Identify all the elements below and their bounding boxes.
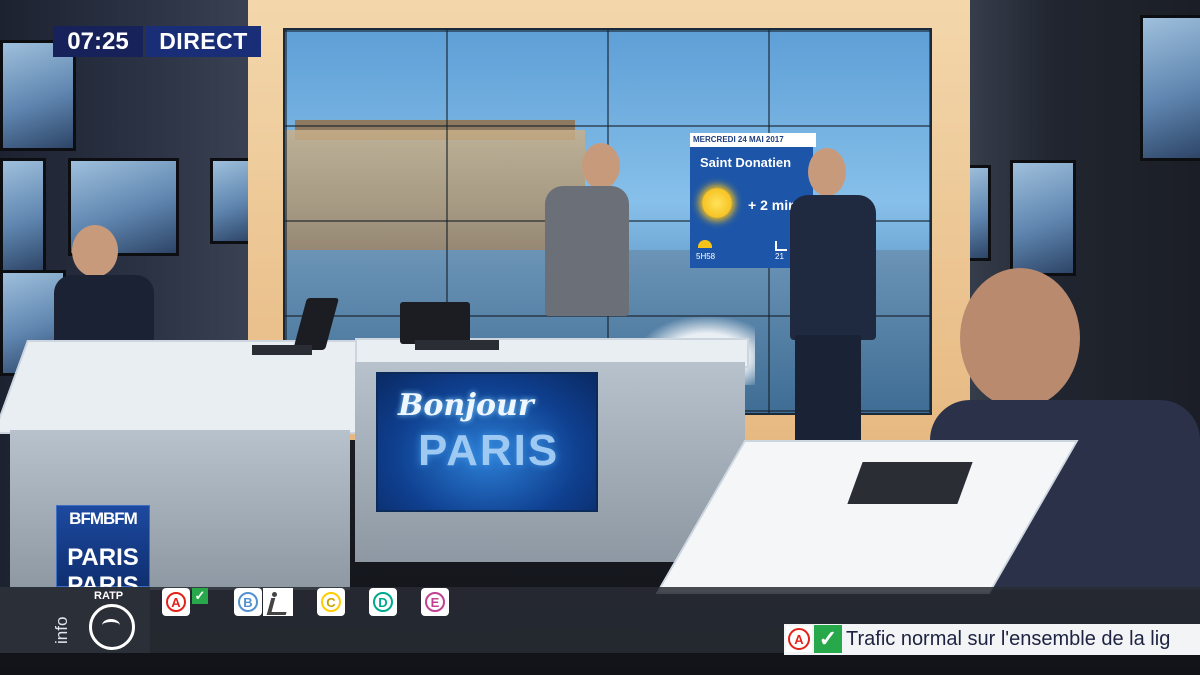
channel-logo: BFMBFM PARIS PARIS <box>56 505 150 599</box>
torso <box>545 186 629 316</box>
studio-scene: MERCREDI 24 MAI 2017 Saint Donatien + 2 … <box>0 0 1200 675</box>
sunset-time: 21 <box>775 252 784 261</box>
check-icon: ✓ <box>192 588 208 604</box>
line-e-icon: E <box>425 592 445 612</box>
line-b-icon: B <box>238 592 258 612</box>
ratp-logo-icon <box>89 604 135 650</box>
line-badge-d: D <box>369 588 397 616</box>
check-icon: ✓ <box>814 625 842 653</box>
sunrise-time: 5H58 <box>696 252 716 261</box>
line-badge-b: B <box>234 588 262 616</box>
ratp-label: RATP <box>94 590 124 602</box>
head <box>960 268 1080 408</box>
desk-top-left <box>0 340 412 434</box>
ticker-line-badge: A <box>786 626 812 652</box>
line-d-icon: D <box>373 592 393 612</box>
laptop-base <box>415 340 499 350</box>
line-badge-a: A <box>162 588 190 616</box>
roadworks-icon <box>263 588 293 616</box>
line-a-icon: A <box>166 592 186 612</box>
sun-icon <box>702 188 732 218</box>
head <box>808 148 846 196</box>
weather-date: MERCREDI 24 MAI 2017 <box>690 133 816 147</box>
monitor <box>1140 15 1200 161</box>
info-label: info <box>52 616 71 644</box>
head <box>582 143 620 189</box>
line-c-icon: C <box>321 592 341 612</box>
ratp-logo-box: RATP <box>82 590 152 650</box>
laptop <box>400 302 470 344</box>
saint-of-day: Saint Donatien <box>700 155 792 170</box>
line-badge-e: E <box>421 588 449 616</box>
laptop-base <box>847 462 973 504</box>
line-badge-c: C <box>317 588 345 616</box>
show-logo-line2: PARIS <box>418 426 560 475</box>
monitor <box>1010 160 1076 276</box>
torso <box>790 195 876 340</box>
ticker-text: Trafic normal sur l'ensemble de la lig <box>846 628 1171 650</box>
show-logo-screen: Bonjour PARIS <box>376 372 598 512</box>
live-badge: DIRECT <box>146 26 261 57</box>
show-logo-line1: Bonjour <box>398 388 534 423</box>
head <box>72 225 118 277</box>
traffic-ticker: A ✓ Trafic normal sur l'ensemble de la l… <box>784 624 1200 655</box>
monitor <box>0 158 46 274</box>
sunrise-icon <box>698 240 712 248</box>
line-a-icon: A <box>788 628 810 650</box>
sunset-icon <box>775 241 787 251</box>
laptop-base <box>252 345 312 355</box>
clock-badge: 07:25 <box>53 26 143 57</box>
channel-logo-line1: BFMBFM <box>69 509 138 528</box>
